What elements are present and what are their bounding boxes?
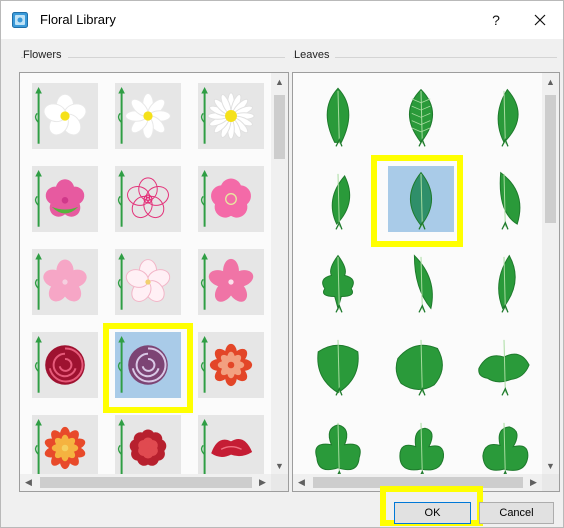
scroll-down-icon[interactable]: ▼: [542, 457, 559, 474]
app-icon: [12, 12, 28, 28]
help-button[interactable]: ?: [479, 7, 513, 33]
leaf-tile-clover-leaf[interactable]: [305, 415, 371, 481]
flower-icon: [34, 252, 87, 310]
leaf-icon: [478, 339, 530, 396]
leaf-tile-small-curved-leaf[interactable]: [305, 166, 371, 232]
leaves-hscroll-thumb[interactable]: [313, 477, 523, 488]
flower-icon: [117, 335, 168, 393]
leaf-icon: [395, 339, 443, 396]
flower-icon: [34, 86, 87, 144]
scroll-right-icon[interactable]: ▶: [254, 474, 271, 491]
flower-icon: [34, 418, 86, 476]
leaf-icon: [331, 173, 351, 230]
flower-icon: [200, 418, 253, 476]
flower-icon: [117, 86, 171, 144]
flowers-list: ▲ ▼ ◀ ▶: [19, 72, 289, 492]
flower-icon: [117, 252, 171, 310]
flower-icon: [200, 335, 253, 393]
leaf-tile-round-veined-leaf[interactable]: [388, 332, 454, 398]
flower-tile-red-carnation[interactable]: [115, 415, 181, 481]
leaf-icon: [499, 171, 521, 230]
leaf-icon: [399, 422, 444, 479]
leaf-tile-heart-leaf[interactable]: [305, 332, 371, 398]
flower-tile-red-dahlia[interactable]: [198, 332, 264, 398]
leaf-tile-striped-leaf[interactable]: [471, 249, 537, 315]
close-icon: [534, 14, 546, 26]
leaf-icon: [322, 254, 354, 313]
window-title: Floral Library: [40, 12, 116, 27]
flower-icon: [117, 418, 167, 476]
flower-icon: [200, 169, 251, 227]
leaf-tile-trefoil-leaf[interactable]: [471, 415, 537, 481]
flower-tile-pink-plum-blossom[interactable]: [198, 166, 264, 232]
leaf-tile-veined-leaf[interactable]: [388, 83, 454, 149]
floral-library-dialog: Floral Library ? Flowers Leaves ▲ ▼ ◀ ▶ …: [0, 0, 564, 528]
cancel-button[interactable]: Cancel: [479, 502, 554, 524]
leaf-icon: [317, 339, 359, 396]
flowers-scroll-thumb[interactable]: [274, 95, 285, 159]
scroll-left-icon[interactable]: ◀: [293, 474, 310, 491]
leaf-icon: [497, 88, 519, 147]
flowers-vertical-scrollbar[interactable]: ▲ ▼: [271, 73, 288, 474]
title-bar: Floral Library ?: [1, 1, 563, 39]
flower-icon: [34, 169, 85, 227]
flower-tile-white-daisy-simple[interactable]: [32, 83, 98, 149]
flower-icon: [200, 86, 255, 144]
scroll-left-icon[interactable]: ◀: [20, 474, 37, 491]
scroll-corner: [271, 474, 288, 491]
flower-tile-pink-pansy[interactable]: [32, 166, 98, 232]
leaves-list: ▲ ▼ ◀ ▶: [292, 72, 560, 492]
close-button[interactable]: [523, 7, 557, 33]
leaf-icon: [413, 254, 433, 313]
flower-icon: [34, 335, 85, 393]
flower-icon: [200, 252, 254, 310]
flower-tile-pink-cherry-blossom[interactable]: [198, 249, 264, 315]
leaf-tile-narrow-leaf[interactable]: [388, 249, 454, 315]
flower-icon: [117, 169, 169, 227]
flower-tile-white-daisy[interactable]: [115, 83, 181, 149]
flower-tile-red-peony[interactable]: [198, 415, 264, 481]
flower-tile-red-orange-dahlia[interactable]: [32, 415, 98, 481]
scroll-down-icon[interactable]: ▼: [271, 457, 288, 474]
leaf-tile-pointed-leaf[interactable]: [305, 83, 371, 149]
leaf-tile-teal-oval-leaf[interactable]: [388, 166, 454, 232]
flowers-hscroll-thumb[interactable]: [40, 477, 252, 488]
ok-button[interactable]: OK: [394, 502, 471, 524]
leaf-icon: [315, 422, 361, 479]
flower-tile-light-pink-cherry-blossom[interactable]: [32, 249, 98, 315]
flower-tile-purple-rose[interactable]: [115, 332, 181, 398]
leaf-icon: [409, 171, 433, 230]
scroll-right-icon[interactable]: ▶: [525, 474, 542, 491]
flowers-group-label: Flowers: [23, 49, 68, 61]
scroll-up-icon[interactable]: ▲: [271, 73, 288, 90]
leaf-tile-curled-leaf[interactable]: [471, 166, 537, 232]
leaf-icon: [409, 88, 433, 147]
leaf-icon: [482, 422, 529, 479]
flower-tile-dark-red-rose[interactable]: [32, 332, 98, 398]
leaves-vertical-scrollbar[interactable]: ▲ ▼: [542, 73, 559, 474]
leaf-tile-wavy-leaf[interactable]: [471, 332, 537, 398]
flower-tile-pink-outline-flower[interactable]: [115, 166, 181, 232]
flower-tile-outline-cherry-blossom[interactable]: [115, 249, 181, 315]
leaf-tile-oak-leaf[interactable]: [305, 249, 371, 315]
leaf-tile-curved-leaf[interactable]: [471, 83, 537, 149]
leaf-tile-three-lobed-leaf[interactable]: [388, 415, 454, 481]
leaves-horizontal-scrollbar[interactable]: ◀ ▶: [293, 474, 542, 491]
scroll-up-icon[interactable]: ▲: [542, 73, 559, 90]
scroll-corner: [542, 474, 559, 491]
flower-tile-white-daisy-many-petals[interactable]: [198, 83, 264, 149]
flowers-horizontal-scrollbar[interactable]: ◀ ▶: [20, 474, 271, 491]
leaves-group-label: Leaves: [294, 49, 336, 61]
leaf-icon: [326, 87, 350, 147]
leaf-icon: [498, 254, 516, 313]
leaves-scroll-thumb[interactable]: [545, 95, 556, 223]
